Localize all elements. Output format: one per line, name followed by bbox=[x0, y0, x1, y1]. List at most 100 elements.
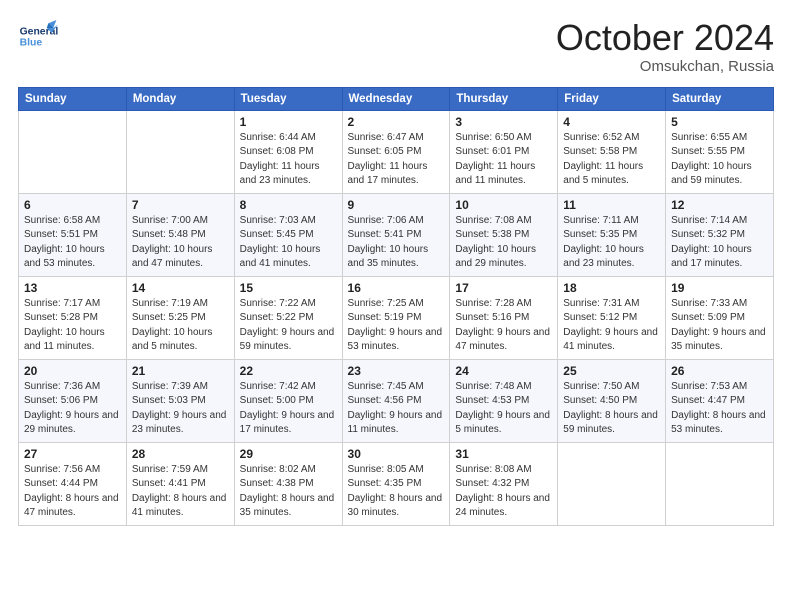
day-number: 17 bbox=[455, 281, 552, 295]
svg-text:Blue: Blue bbox=[20, 38, 43, 49]
day-sunset: Sunset: 4:50 PM bbox=[563, 394, 660, 409]
header-wednesday: Wednesday bbox=[342, 87, 450, 110]
day-daylight: Daylight: 10 hours and 41 minutes. bbox=[240, 243, 337, 272]
header-sunday: Sunday bbox=[19, 87, 127, 110]
day-number: 13 bbox=[24, 281, 121, 295]
day-number: 22 bbox=[240, 364, 337, 378]
day-sunset: Sunset: 5:35 PM bbox=[563, 228, 660, 243]
day-sunrise: Sunrise: 6:58 AM bbox=[24, 214, 121, 229]
calendar-cell: 13 Sunrise: 7:17 AM Sunset: 5:28 PM Dayl… bbox=[19, 276, 127, 359]
day-number: 28 bbox=[132, 447, 229, 461]
day-sunrise: Sunrise: 6:55 AM bbox=[671, 131, 768, 146]
day-number: 6 bbox=[24, 198, 121, 212]
day-sunset: Sunset: 5:12 PM bbox=[563, 311, 660, 326]
day-daylight: Daylight: 11 hours and 11 minutes. bbox=[455, 160, 552, 189]
day-daylight: Daylight: 10 hours and 59 minutes. bbox=[671, 160, 768, 189]
day-sunset: Sunset: 5:32 PM bbox=[671, 228, 768, 243]
header-friday: Friday bbox=[558, 87, 666, 110]
day-daylight: Daylight: 9 hours and 11 minutes. bbox=[348, 409, 445, 438]
day-sunrise: Sunrise: 7:25 AM bbox=[348, 297, 445, 312]
day-number: 2 bbox=[348, 115, 445, 129]
day-number: 25 bbox=[563, 364, 660, 378]
calendar-cell: 21 Sunrise: 7:39 AM Sunset: 5:03 PM Dayl… bbox=[126, 359, 234, 442]
calendar-cell: 30 Sunrise: 8:05 AM Sunset: 4:35 PM Dayl… bbox=[342, 442, 450, 525]
day-number: 15 bbox=[240, 281, 337, 295]
day-number: 29 bbox=[240, 447, 337, 461]
calendar-cell: 6 Sunrise: 6:58 AM Sunset: 5:51 PM Dayli… bbox=[19, 193, 127, 276]
calendar-cell: 25 Sunrise: 7:50 AM Sunset: 4:50 PM Dayl… bbox=[558, 359, 666, 442]
day-sunrise: Sunrise: 7:56 AM bbox=[24, 463, 121, 478]
calendar-cell: 12 Sunrise: 7:14 AM Sunset: 5:32 PM Dayl… bbox=[666, 193, 774, 276]
calendar-cell: 26 Sunrise: 7:53 AM Sunset: 4:47 PM Dayl… bbox=[666, 359, 774, 442]
day-sunrise: Sunrise: 7:03 AM bbox=[240, 214, 337, 229]
day-sunset: Sunset: 4:47 PM bbox=[671, 394, 768, 409]
calendar-cell: 3 Sunrise: 6:50 AM Sunset: 6:01 PM Dayli… bbox=[450, 110, 558, 193]
calendar-cell: 17 Sunrise: 7:28 AM Sunset: 5:16 PM Dayl… bbox=[450, 276, 558, 359]
header-monday: Monday bbox=[126, 87, 234, 110]
day-sunrise: Sunrise: 7:08 AM bbox=[455, 214, 552, 229]
day-sunset: Sunset: 5:51 PM bbox=[24, 228, 121, 243]
calendar-cell: 23 Sunrise: 7:45 AM Sunset: 4:56 PM Dayl… bbox=[342, 359, 450, 442]
day-number: 23 bbox=[348, 364, 445, 378]
day-sunset: Sunset: 5:22 PM bbox=[240, 311, 337, 326]
day-sunset: Sunset: 5:09 PM bbox=[671, 311, 768, 326]
day-sunset: Sunset: 4:41 PM bbox=[132, 477, 229, 492]
day-sunrise: Sunrise: 7:11 AM bbox=[563, 214, 660, 229]
day-daylight: Daylight: 8 hours and 35 minutes. bbox=[240, 492, 337, 521]
title-block: October 2024 Omsukchan, Russia bbox=[556, 18, 774, 75]
calendar-cell: 20 Sunrise: 7:36 AM Sunset: 5:06 PM Dayl… bbox=[19, 359, 127, 442]
day-number: 20 bbox=[24, 364, 121, 378]
day-daylight: Daylight: 9 hours and 23 minutes. bbox=[132, 409, 229, 438]
day-sunset: Sunset: 4:32 PM bbox=[455, 477, 552, 492]
day-sunset: Sunset: 5:16 PM bbox=[455, 311, 552, 326]
day-sunset: Sunset: 4:35 PM bbox=[348, 477, 445, 492]
day-daylight: Daylight: 10 hours and 53 minutes. bbox=[24, 243, 121, 272]
calendar-cell: 24 Sunrise: 7:48 AM Sunset: 4:53 PM Dayl… bbox=[450, 359, 558, 442]
day-sunset: Sunset: 4:53 PM bbox=[455, 394, 552, 409]
day-daylight: Daylight: 11 hours and 5 minutes. bbox=[563, 160, 660, 189]
calendar-table: Sunday Monday Tuesday Wednesday Thursday… bbox=[18, 87, 774, 526]
day-daylight: Daylight: 10 hours and 11 minutes. bbox=[24, 326, 121, 355]
calendar-cell: 7 Sunrise: 7:00 AM Sunset: 5:48 PM Dayli… bbox=[126, 193, 234, 276]
day-daylight: Daylight: 11 hours and 17 minutes. bbox=[348, 160, 445, 189]
day-daylight: Daylight: 9 hours and 17 minutes. bbox=[240, 409, 337, 438]
day-daylight: Daylight: 10 hours and 29 minutes. bbox=[455, 243, 552, 272]
day-number: 18 bbox=[563, 281, 660, 295]
day-sunrise: Sunrise: 8:02 AM bbox=[240, 463, 337, 478]
day-sunset: Sunset: 5:28 PM bbox=[24, 311, 121, 326]
day-sunset: Sunset: 5:58 PM bbox=[563, 145, 660, 160]
calendar-cell: 5 Sunrise: 6:55 AM Sunset: 5:55 PM Dayli… bbox=[666, 110, 774, 193]
day-sunset: Sunset: 5:06 PM bbox=[24, 394, 121, 409]
day-number: 1 bbox=[240, 115, 337, 129]
day-sunset: Sunset: 4:44 PM bbox=[24, 477, 121, 492]
day-number: 21 bbox=[132, 364, 229, 378]
calendar-cell: 27 Sunrise: 7:56 AM Sunset: 4:44 PM Dayl… bbox=[19, 442, 127, 525]
day-daylight: Daylight: 9 hours and 59 minutes. bbox=[240, 326, 337, 355]
day-sunset: Sunset: 6:05 PM bbox=[348, 145, 445, 160]
day-sunrise: Sunrise: 7:36 AM bbox=[24, 380, 121, 395]
calendar-cell: 18 Sunrise: 7:31 AM Sunset: 5:12 PM Dayl… bbox=[558, 276, 666, 359]
day-sunset: Sunset: 5:38 PM bbox=[455, 228, 552, 243]
day-sunset: Sunset: 6:08 PM bbox=[240, 145, 337, 160]
day-sunrise: Sunrise: 8:08 AM bbox=[455, 463, 552, 478]
calendar-cell: 1 Sunrise: 6:44 AM Sunset: 6:08 PM Dayli… bbox=[234, 110, 342, 193]
day-number: 4 bbox=[563, 115, 660, 129]
day-sunrise: Sunrise: 7:53 AM bbox=[671, 380, 768, 395]
day-sunset: Sunset: 5:25 PM bbox=[132, 311, 229, 326]
logo: General Blue bbox=[18, 18, 58, 54]
calendar-cell bbox=[558, 442, 666, 525]
calendar-cell: 16 Sunrise: 7:25 AM Sunset: 5:19 PM Dayl… bbox=[342, 276, 450, 359]
calendar-cell: 9 Sunrise: 7:06 AM Sunset: 5:41 PM Dayli… bbox=[342, 193, 450, 276]
day-daylight: Daylight: 10 hours and 17 minutes. bbox=[671, 243, 768, 272]
day-number: 31 bbox=[455, 447, 552, 461]
day-number: 30 bbox=[348, 447, 445, 461]
day-daylight: Daylight: 9 hours and 47 minutes. bbox=[455, 326, 552, 355]
day-daylight: Daylight: 10 hours and 5 minutes. bbox=[132, 326, 229, 355]
day-number: 8 bbox=[240, 198, 337, 212]
day-sunrise: Sunrise: 7:48 AM bbox=[455, 380, 552, 395]
day-number: 7 bbox=[132, 198, 229, 212]
day-daylight: Daylight: 10 hours and 47 minutes. bbox=[132, 243, 229, 272]
day-sunset: Sunset: 5:48 PM bbox=[132, 228, 229, 243]
day-sunset: Sunset: 4:56 PM bbox=[348, 394, 445, 409]
day-sunset: Sunset: 4:38 PM bbox=[240, 477, 337, 492]
